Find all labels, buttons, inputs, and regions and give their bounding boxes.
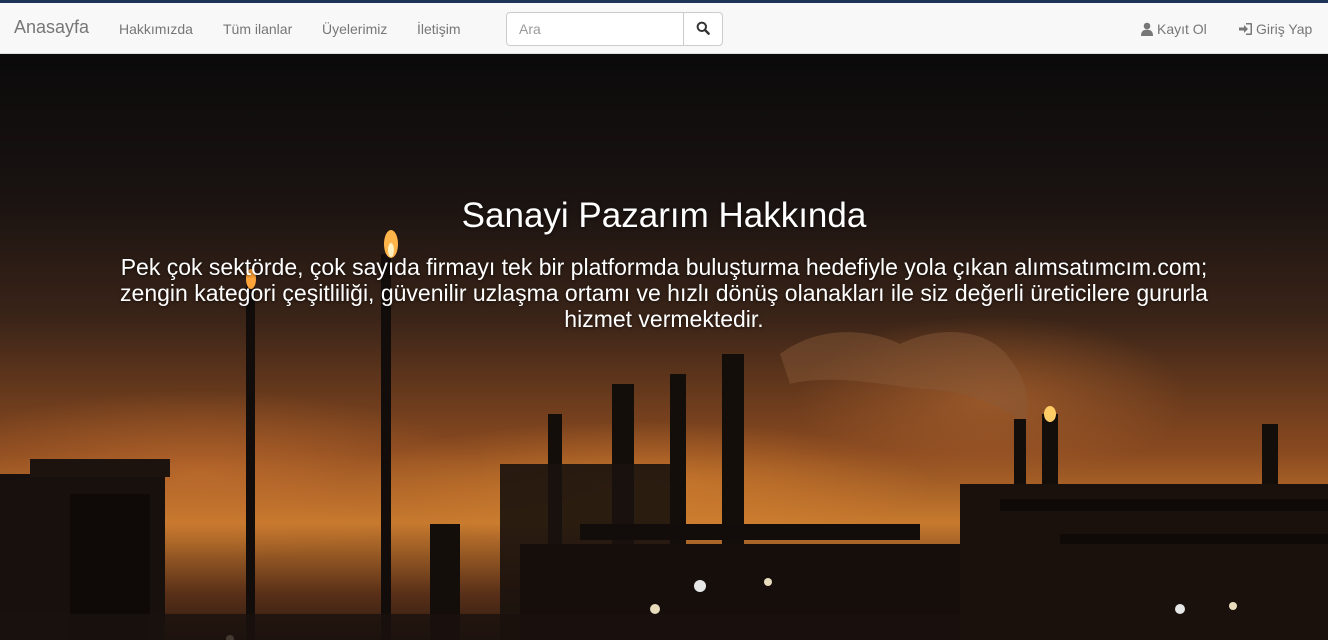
hero-section: Sanayi Pazarım Hakkında Pek çok sektörde… <box>0 54 1328 640</box>
login-label: Giriş Yap <box>1256 21 1313 37</box>
register-link[interactable]: Kayıt Ol <box>1140 21 1207 37</box>
nav-link-contact[interactable]: İletişim <box>417 21 461 37</box>
nav-link-all-listings[interactable]: Tüm ilanlar <box>223 21 292 37</box>
nav-link-members[interactable]: Üyelerimiz <box>322 21 387 37</box>
search-icon <box>696 21 710 35</box>
refinery-background-image <box>0 230 1328 640</box>
user-icon <box>1141 22 1153 36</box>
nav-link-about[interactable]: Hakkımızda <box>119 21 193 37</box>
search-button[interactable] <box>683 12 723 46</box>
search-input[interactable] <box>506 12 684 46</box>
register-label: Kayıt Ol <box>1157 21 1207 37</box>
login-link[interactable]: Giriş Yap <box>1238 21 1312 37</box>
hero-description: Pek çok sektörde, çok sayıda firmayı tek… <box>120 254 1208 332</box>
search-form <box>506 12 723 46</box>
brand-link[interactable]: Anasayfa <box>14 17 89 38</box>
hero-title: Sanayi Pazarım Hakkında <box>461 196 867 235</box>
login-icon <box>1239 23 1252 35</box>
navbar: Anasayfa Hakkımızda Tüm ilanlar Üyelerim… <box>0 3 1328 54</box>
